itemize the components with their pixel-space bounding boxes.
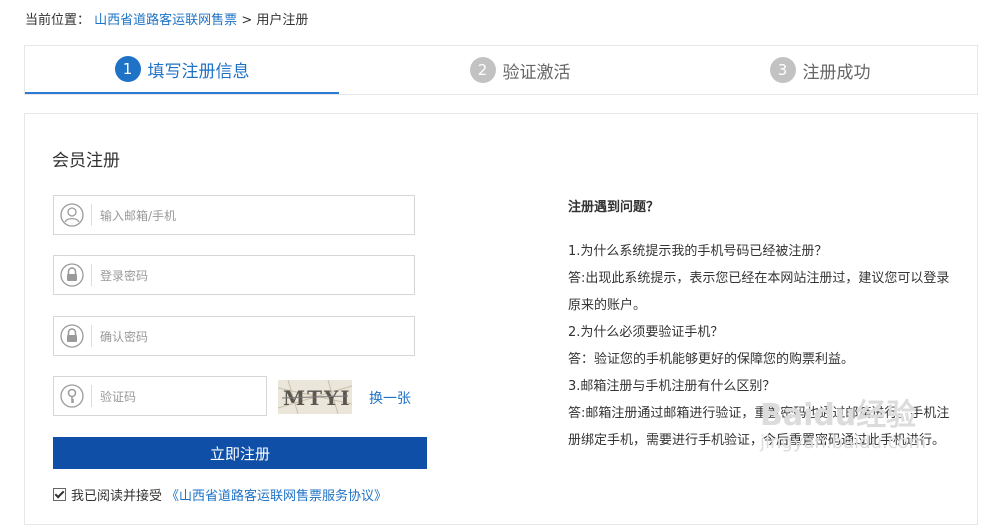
breadcrumb: 当前位置： 山西省道路客运联网售票 > 用户注册: [25, 9, 308, 28]
faq-question: 1.为什么系统提示我的手机号码已经被注册？: [568, 244, 828, 259]
agreement-row: 我已阅读并接受 《山西省道路客运联网售票服务协议》: [53, 485, 387, 504]
field-divider: [91, 204, 92, 226]
step-number-badge: 3: [769, 57, 796, 83]
captcha-field: [53, 376, 267, 416]
field-divider: [91, 325, 92, 347]
step-number-badge: 2: [469, 57, 496, 83]
confirm-password-input[interactable]: [98, 325, 402, 349]
step-number-badge: 1: [114, 56, 141, 82]
step-label: 填写注册信息: [147, 61, 250, 82]
refresh-captcha-link[interactable]: 换一张: [369, 388, 411, 408]
register-button[interactable]: 立即注册: [53, 437, 427, 469]
faq-answer: 答:出现此系统提示，表示您已经在本网站注册过，建议您可以登录原来的账户。: [568, 271, 950, 313]
field-divider: [91, 385, 92, 407]
faq-title: 注册遇到问题？: [568, 200, 660, 215]
step-verify: 2 验证激活: [363, 46, 677, 94]
registration-steps: 1 填写注册信息 2 验证激活 3 注册成功: [24, 45, 978, 95]
breadcrumb-prefix: 当前位置：: [25, 13, 91, 28]
password-input[interactable]: [98, 264, 402, 288]
account-field: [53, 195, 415, 235]
baidu-watermark: Baidu经验 jingyan.baidu.com: [760, 400, 926, 454]
key-icon: [60, 384, 84, 408]
field-divider: [91, 264, 92, 286]
faq-answer: 答：验证您的手机能够更好的保障您的购票利益。: [568, 352, 855, 367]
breadcrumb-current: 用户注册: [256, 13, 309, 28]
faq-question: 2.为什么必须要验证手机？: [568, 325, 724, 340]
agree-checkbox[interactable]: [53, 488, 66, 501]
confirm-password-field: [53, 316, 415, 356]
user-icon: [60, 203, 84, 227]
agree-label: 我已阅读并接受: [71, 489, 163, 504]
breadcrumb-separator: >: [241, 13, 257, 28]
lock-icon: [60, 324, 84, 348]
captcha-image[interactable]: MTYI: [278, 380, 352, 414]
watermark-url: jingyan.baidu.com: [760, 432, 927, 453]
step-label: 验证激活: [502, 62, 571, 83]
agreement-link[interactable]: 《山西省道路客运联网售票服务协议》: [166, 485, 387, 504]
faq-question: 3.邮箱注册与手机注册有什么区别？: [568, 379, 776, 394]
step-label: 注册成功: [802, 62, 871, 83]
step-fill-info: 1 填写注册信息: [25, 46, 339, 94]
watermark-brand: Baidu经验: [760, 398, 917, 433]
lock-icon: [60, 263, 84, 287]
breadcrumb-home-link[interactable]: 山西省道路客运联网售票: [94, 13, 237, 28]
step-success: 3 注册成功: [663, 46, 977, 94]
form-title: 会员注册: [52, 151, 120, 171]
account-input[interactable]: [98, 204, 402, 228]
password-field: [53, 255, 415, 295]
captcha-input[interactable]: [98, 385, 262, 409]
